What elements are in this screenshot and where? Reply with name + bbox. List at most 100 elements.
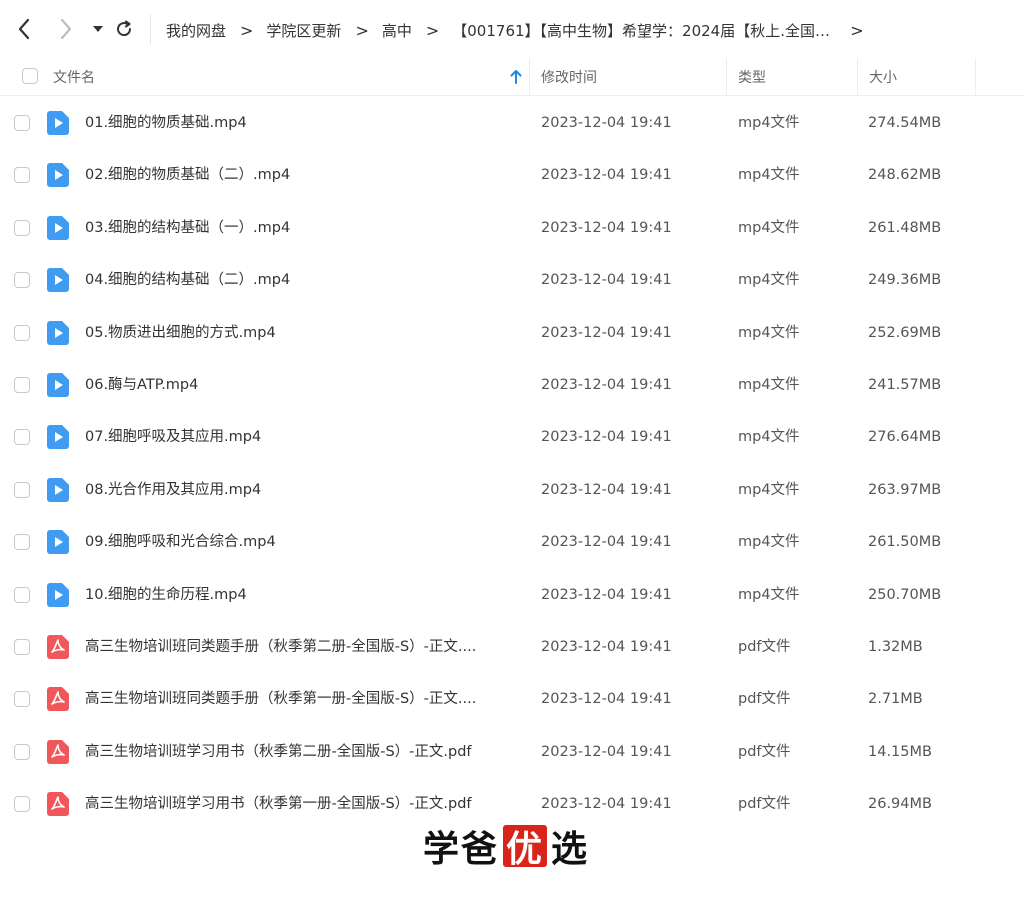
- video-file-icon: [47, 373, 69, 397]
- forward-button[interactable]: [56, 18, 76, 40]
- video-file-icon: [47, 530, 69, 554]
- breadcrumb-item-high-school[interactable]: 高中: [382, 20, 412, 41]
- file-name[interactable]: 05.物质进出细胞的方式.mp4: [85, 307, 515, 359]
- caret-down-icon: [93, 26, 103, 32]
- file-row[interactable]: 高三生物培训班同类题手册（秋季第一册-全国版-S）-正文.... 2023-12-…: [0, 673, 1024, 725]
- refresh-button[interactable]: [114, 18, 134, 40]
- file-row[interactable]: 10.细胞的生命历程.mp4 2023-12-04 19:41 mp4文件 250.7…: [0, 569, 1024, 621]
- chevron-left-icon: [18, 18, 30, 40]
- file-type: mp4文件: [738, 272, 800, 288]
- file-name[interactable]: 高三生物培训班同类题手册（秋季第二册-全国版-S）-正文....: [85, 621, 515, 673]
- file-row-checkbox[interactable]: [14, 587, 30, 603]
- file-type: pdf文件: [738, 639, 791, 655]
- file-row[interactable]: 01.细胞的物质基础.mp4 2023-12-04 19:41 mp4文件 274.5…: [0, 97, 1024, 149]
- file-type: mp4文件: [738, 377, 800, 393]
- file-row[interactable]: 03.细胞的结构基础（一）.mp4 2023-12-04 19:41 mp4文件 26…: [0, 202, 1024, 254]
- file-row-checkbox[interactable]: [14, 639, 30, 655]
- file-row-checkbox[interactable]: [14, 796, 30, 812]
- file-type: mp4文件: [738, 167, 800, 183]
- file-row-checkbox[interactable]: [14, 429, 30, 445]
- file-row-checkbox[interactable]: [14, 482, 30, 498]
- file-row[interactable]: 04.细胞的结构基础（二）.mp4 2023-12-04 19:41 mp4文件 24…: [0, 254, 1024, 306]
- file-name[interactable]: 08.光合作用及其应用.mp4: [85, 464, 515, 516]
- file-row-checkbox[interactable]: [14, 534, 30, 550]
- file-row-checkbox[interactable]: [14, 744, 30, 760]
- file-row[interactable]: 08.光合作用及其应用.mp4 2023-12-04 19:41 mp4文件 263.…: [0, 464, 1024, 516]
- pdf-file-icon: [47, 635, 69, 659]
- file-row-checkbox[interactable]: [14, 167, 30, 183]
- file-row[interactable]: 05.物质进出细胞的方式.mp4 2023-12-04 19:41 mp4文件 252…: [0, 307, 1024, 359]
- file-row-checkbox[interactable]: [14, 272, 30, 288]
- breadcrumb-item-academy-updates[interactable]: 学院区更新: [266, 20, 341, 41]
- sort-arrow-up-icon[interactable]: [510, 58, 522, 95]
- file-row-checkbox[interactable]: [14, 115, 30, 131]
- file-modified-time: 2023-12-04 19:41: [541, 587, 672, 603]
- file-name[interactable]: 06.酶与ATP.mp4: [85, 359, 515, 411]
- video-file-icon: [47, 216, 69, 240]
- file-modified-time: 2023-12-04 19:41: [541, 691, 672, 707]
- file-type: pdf文件: [738, 691, 791, 707]
- video-file-icon: [47, 268, 69, 292]
- file-row-checkbox[interactable]: [14, 220, 30, 236]
- file-modified-time: 2023-12-04 19:41: [541, 220, 672, 236]
- file-size: 241.57MB: [868, 377, 942, 393]
- file-modified-time: 2023-12-04 19:41: [541, 482, 672, 498]
- file-size: 1.32MB: [868, 639, 923, 655]
- file-row-checkbox[interactable]: [14, 691, 30, 707]
- breadcrumb-separator-icon: >: [355, 20, 369, 40]
- column-header-type[interactable]: 类型: [738, 58, 766, 95]
- column-divider: [726, 58, 727, 95]
- file-size: 274.54MB: [868, 115, 942, 131]
- refresh-icon: [117, 20, 132, 37]
- file-size: 252.69MB: [868, 325, 942, 341]
- file-row[interactable]: 07.细胞呼吸及其应用.mp4 2023-12-04 19:41 mp4文件 276.…: [0, 411, 1024, 463]
- file-modified-time: 2023-12-04 19:41: [541, 639, 672, 655]
- column-divider: [975, 58, 976, 95]
- breadcrumb-separator-icon: >: [425, 20, 440, 40]
- file-name[interactable]: 高三生物培训班学习用书（秋季第二册-全国版-S）-正文.pdf: [85, 726, 515, 778]
- file-type: mp4文件: [738, 587, 800, 603]
- file-size: 2.71MB: [868, 691, 923, 707]
- back-button[interactable]: [14, 18, 34, 40]
- file-name[interactable]: 02.细胞的物质基础（二）.mp4: [85, 149, 515, 201]
- file-type: pdf文件: [738, 744, 791, 760]
- file-size: 250.70MB: [868, 587, 942, 603]
- breadcrumb-more-button[interactable]: >: [850, 21, 863, 40]
- file-name[interactable]: 10.细胞的生命历程.mp4: [85, 569, 515, 621]
- column-header-name[interactable]: 文件名: [53, 58, 95, 95]
- file-row[interactable]: 09.细胞呼吸和光合综合.mp4 2023-12-04 19:41 mp4文件 261…: [0, 516, 1024, 568]
- file-row-checkbox[interactable]: [14, 377, 30, 393]
- file-row-checkbox[interactable]: [14, 325, 30, 341]
- file-row[interactable]: 高三生物培训班同类题手册（秋季第二册-全国版-S）-正文.... 2023-12-…: [0, 621, 1024, 673]
- file-list-header: 文件名 修改时间 类型 大小: [0, 58, 1024, 96]
- file-size: 276.64MB: [868, 429, 942, 445]
- file-row[interactable]: 02.细胞的物质基础（二）.mp4 2023-12-04 19:41 mp4文件 24…: [0, 149, 1024, 201]
- select-all-checkbox[interactable]: [22, 68, 38, 84]
- file-type: mp4文件: [738, 115, 800, 131]
- file-name[interactable]: 高三生物培训班同类题手册（秋季第一册-全国版-S）-正文....: [85, 673, 515, 725]
- column-header-modified[interactable]: 修改时间: [541, 58, 597, 95]
- file-type: mp4文件: [738, 482, 800, 498]
- column-header-size[interactable]: 大小: [869, 58, 897, 95]
- file-name[interactable]: 04.细胞的结构基础（二）.mp4: [85, 254, 515, 306]
- file-row[interactable]: 06.酶与ATP.mp4 2023-12-04 19:41 mp4文件 241.57M…: [0, 359, 1024, 411]
- watermark-text-1: 学爸: [423, 828, 500, 870]
- history-dropdown-button[interactable]: [88, 18, 108, 40]
- breadcrumb-item-my-drive[interactable]: 我的网盘: [166, 20, 226, 41]
- file-name[interactable]: 07.细胞呼吸及其应用.mp4: [85, 411, 515, 463]
- video-file-icon: [47, 425, 69, 449]
- file-row[interactable]: 高三生物培训班学习用书（秋季第二册-全国版-S）-正文.pdf 2023-12-0…: [0, 726, 1024, 778]
- file-name[interactable]: 03.细胞的结构基础（一）.mp4: [85, 202, 515, 254]
- breadcrumb-separator-icon: >: [240, 20, 254, 40]
- file-modified-time: 2023-12-04 19:41: [541, 325, 672, 341]
- file-modified-time: 2023-12-04 19:41: [541, 429, 672, 445]
- watermark-seal: 优: [503, 825, 548, 870]
- file-name[interactable]: 09.细胞呼吸和光合综合.mp4: [85, 516, 515, 568]
- file-type: pdf文件: [738, 796, 791, 812]
- breadcrumb-item-current-folder[interactable]: 【001761】【高中生物】希望学：2024届【秋上.全国版S】高三生物培训..…: [452, 20, 842, 41]
- video-file-icon: [47, 478, 69, 502]
- video-file-icon: [47, 163, 69, 187]
- file-modified-time: 2023-12-04 19:41: [541, 115, 672, 131]
- file-name[interactable]: 01.细胞的物质基础.mp4: [85, 97, 515, 149]
- pdf-file-icon: [47, 740, 69, 764]
